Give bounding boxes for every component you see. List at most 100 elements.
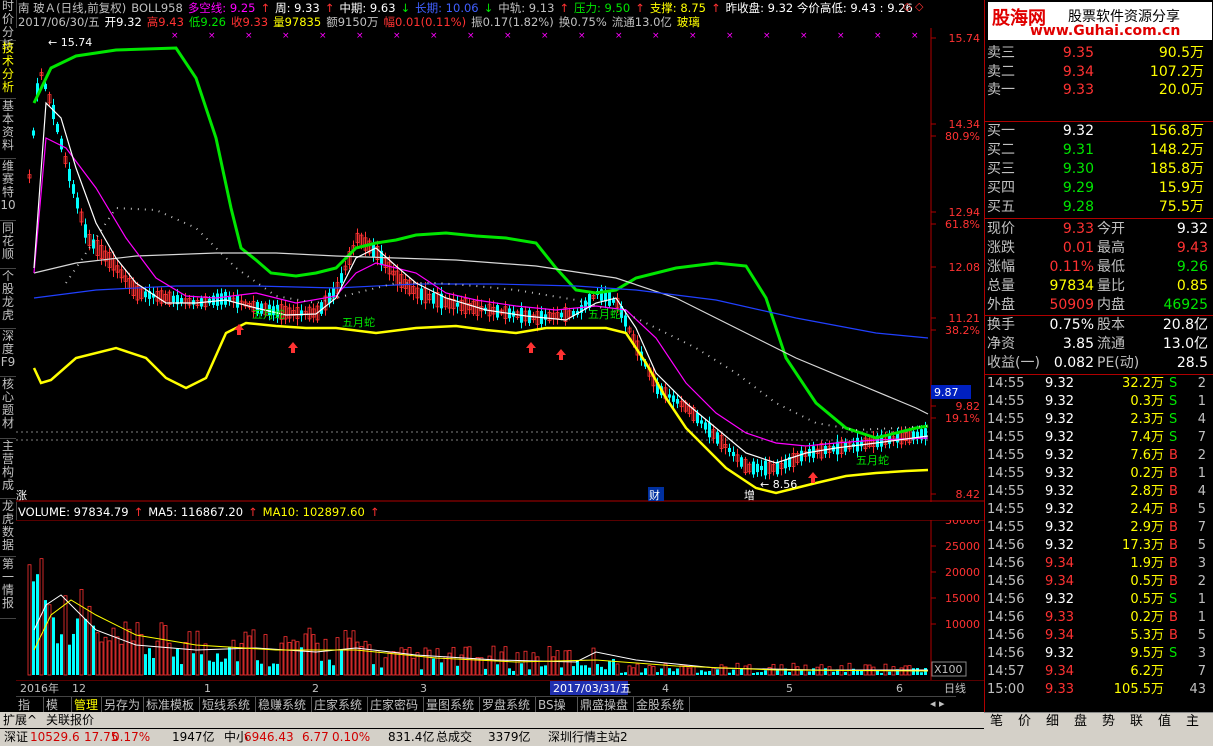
- trade-row: 14:55 9.32 7.4万 S 7: [985, 429, 1213, 447]
- signal-marker: ×: [726, 31, 734, 41]
- kline-chart[interactable]: 15.7414.3480.9%12.9461.8%12.0811.2138.2%…: [16, 28, 984, 502]
- left-tab-7[interactable]: 核心题材: [0, 378, 16, 439]
- left-tab-8[interactable]: 主营构成: [0, 440, 16, 499]
- time-axis-label: 5: [786, 682, 793, 695]
- candle-body-down: [764, 460, 767, 476]
- related-quote-button[interactable]: 关联报价: [46, 712, 94, 728]
- indicator-tab-4[interactable]: 标准模板: [144, 697, 200, 713]
- candle-body-down: [72, 184, 75, 194]
- candle-body-down: [32, 130, 35, 136]
- trade-count: 1: [1197, 394, 1206, 409]
- volume-bar-down: [260, 663, 263, 675]
- indicator-tab-1[interactable]: 模板: [44, 697, 72, 728]
- trade-row: 14:55 9.32 2.9万 B 7: [985, 519, 1213, 537]
- indicator-tab-12[interactable]: 鼎盛操盘: [578, 697, 634, 713]
- quote-tab-3[interactable]: 盘: [1074, 713, 1087, 730]
- time-axis-label: 3: [420, 682, 427, 695]
- signal-marker: ×: [171, 31, 179, 41]
- indicator-tab-11[interactable]: BS操盘: [536, 697, 578, 728]
- trade-count: 7: [1197, 520, 1206, 535]
- quote-tab-5[interactable]: 联: [1130, 713, 1143, 730]
- left-tab-0[interactable]: 时价分析: [0, 0, 16, 52]
- volume-axis-label: 15000: [945, 592, 980, 605]
- left-tab-5[interactable]: 个股龙虎: [0, 270, 16, 329]
- volume-bar-down: [924, 668, 927, 675]
- quote-tab-2[interactable]: 细: [1046, 713, 1059, 730]
- stat-label: 收益(一): [987, 355, 1040, 371]
- scroll-arrows-icon[interactable]: ◂ ▸: [930, 697, 980, 711]
- quote-tab-7[interactable]: 主: [1186, 713, 1199, 730]
- header-field: ↑: [260, 1, 271, 15]
- trade-price: 9.32: [1045, 448, 1074, 463]
- indicator-tab-0[interactable]: 指标: [16, 697, 44, 728]
- volume-bar-down: [756, 672, 759, 675]
- left-tab-2[interactable]: 基本资料: [0, 100, 16, 159]
- volume-bar-down: [144, 654, 147, 675]
- quote-tab-4[interactable]: 势: [1102, 713, 1115, 730]
- indicator-header: 南 玻Ａ(日线,前复权) BOLL958 多空线: 9.25 ↑ 周: 9.33 ↑ 中期:…: [18, 0, 918, 15]
- volume-bar-down: [172, 656, 175, 675]
- volume-bar-down: [808, 671, 811, 675]
- sell-price: 9.35: [1062, 45, 1094, 61]
- candle-body-down: [192, 300, 195, 305]
- volume-bar-down: [60, 634, 63, 675]
- indicator-tab-8[interactable]: 庄家密码: [368, 697, 424, 713]
- quote-tab-0[interactable]: 笔: [990, 713, 1003, 730]
- indicator-tab-5[interactable]: 短线系统: [200, 697, 256, 713]
- stat-value: 0.082: [1053, 355, 1094, 371]
- indicator-tab-7[interactable]: 庄家系统: [312, 697, 368, 713]
- header-field: MA5: 116867.20: [148, 505, 244, 519]
- quote-tab-1[interactable]: 价: [1018, 713, 1031, 730]
- stat-value: 9.33: [1062, 221, 1094, 237]
- left-tab-1[interactable]: 技术分析: [0, 42, 16, 99]
- stat-value: 0.75%: [1049, 317, 1094, 333]
- buy-label: 买一: [987, 123, 1015, 139]
- trade-volume: 1.9万: [1130, 556, 1164, 571]
- trade-price: 9.34: [1045, 664, 1074, 679]
- expand-button[interactable]: 扩展^: [3, 712, 37, 728]
- left-tab-10[interactable]: 第一情报: [0, 558, 16, 619]
- candle-body-down: [752, 461, 755, 475]
- left-tab-6[interactable]: 深度F9: [0, 330, 16, 377]
- trade-row: 14:56 9.32 9.5万 S 3: [985, 645, 1213, 663]
- candle-body-down: [56, 123, 59, 133]
- volume-axis-label: 30000: [945, 520, 980, 527]
- candle-body-down: [224, 291, 227, 305]
- left-tab-9[interactable]: 龙虎数据: [0, 500, 16, 557]
- logo-url: www.Guhai.com.cn: [1030, 23, 1181, 39]
- candle-body-down: [672, 395, 675, 402]
- header-field: 南 玻Ａ(日线,前复权): [18, 1, 127, 15]
- signal-marker: ×: [652, 31, 660, 41]
- sell-volume: 90.5万: [1158, 45, 1204, 61]
- trade-price: 9.32: [1045, 412, 1074, 427]
- candle-body-down: [456, 302, 459, 307]
- window-controls-icon[interactable]: ◇ ◇: [903, 0, 923, 13]
- trade-price: 9.34: [1045, 628, 1074, 643]
- trade-count: 2: [1197, 574, 1206, 589]
- indicator-tab-10[interactable]: 罗盘系统: [480, 697, 536, 713]
- left-tab-4[interactable]: 同花顺: [0, 222, 16, 269]
- indicator-tab-3[interactable]: 另存为: [102, 697, 144, 713]
- volume-bar-down: [176, 648, 179, 675]
- trade-time: 14:56: [987, 538, 1025, 553]
- trade-flag: S: [1169, 430, 1178, 445]
- indicator-tab-6[interactable]: 稳赚系统: [256, 697, 312, 713]
- volume-axis-label: 10000: [945, 618, 980, 631]
- volume-bar-down: [212, 661, 215, 675]
- quote-tab-6[interactable]: 值: [1158, 713, 1171, 730]
- volume-bar-down: [456, 665, 459, 675]
- trade-count: 7: [1197, 664, 1206, 679]
- volume-axis-label: 25000: [945, 540, 980, 553]
- candle-body-down: [220, 293, 223, 305]
- volume-chart[interactable]: 30000 25000 20000 15000 10000 X100: [16, 520, 984, 680]
- candle-body-down: [800, 450, 803, 462]
- ticker-field: 6946.43: [244, 730, 294, 744]
- trade-volume: 0.3万: [1130, 394, 1164, 409]
- volume-bar-down: [788, 672, 791, 675]
- left-tab-3[interactable]: 维赛特10: [0, 160, 16, 221]
- indicator-tab-2[interactable]: 管理: [72, 697, 102, 713]
- indicator-tab-13[interactable]: 金股系统: [634, 697, 690, 713]
- stat-row: 外盘 50909 内盘 46925: [985, 296, 1213, 315]
- indicator-tab-9[interactable]: 量图系统: [424, 697, 480, 713]
- trade-price: 9.32: [1045, 538, 1074, 553]
